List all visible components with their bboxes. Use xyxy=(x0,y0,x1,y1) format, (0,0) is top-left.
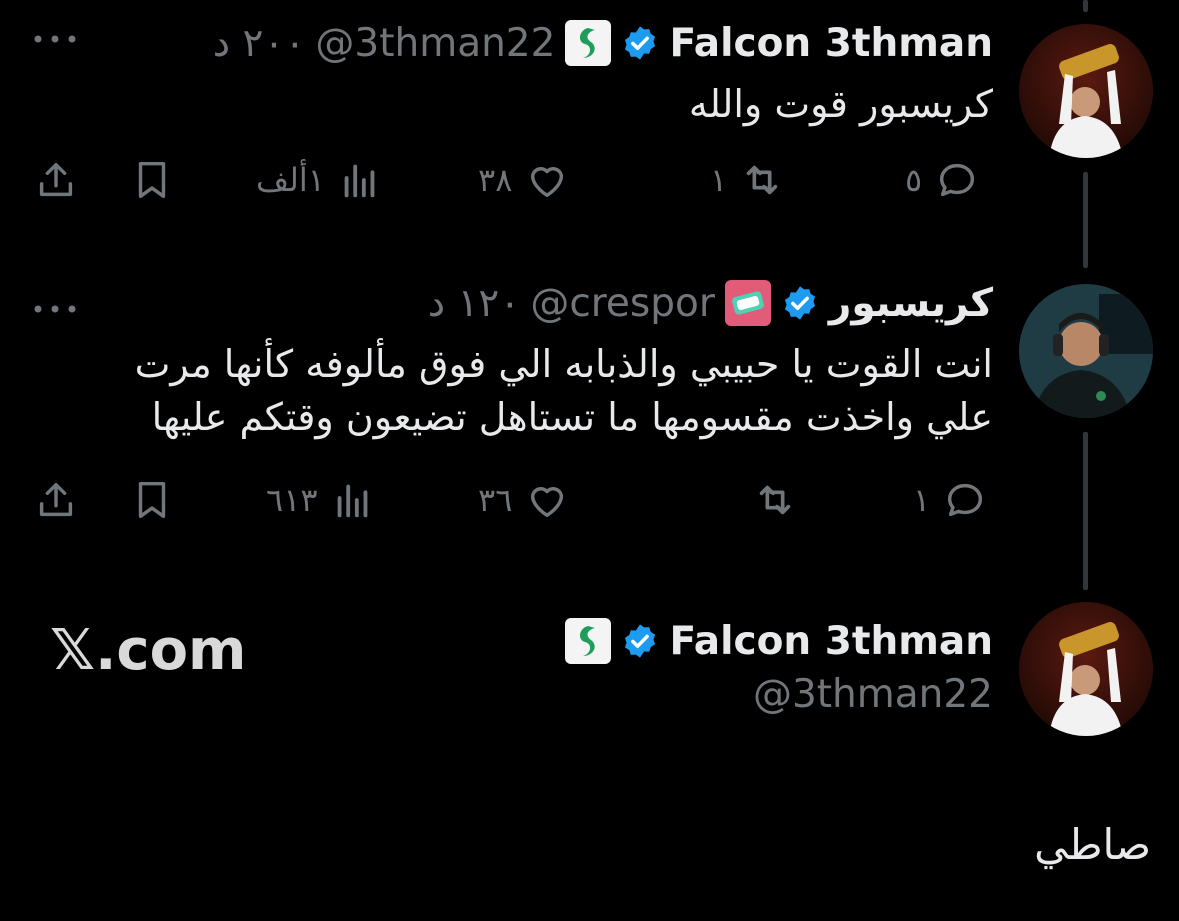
affiliate-badge-icon xyxy=(724,280,771,326)
site-watermark: 𝕏.com xyxy=(50,618,247,683)
verified-icon xyxy=(621,622,659,660)
retweet-button[interactable]: ١ xyxy=(710,157,785,203)
views-button[interactable]: ٦١٣ xyxy=(266,477,376,523)
avatar-image xyxy=(1019,602,1153,736)
more-options-button[interactable] xyxy=(33,22,77,57)
verified-icon xyxy=(781,284,819,322)
share-icon xyxy=(39,482,73,517)
retweet-count: ١ xyxy=(710,161,728,199)
reply-icon xyxy=(940,163,975,197)
reply-icon xyxy=(948,483,983,517)
reply-count: ١ xyxy=(913,481,931,519)
tweet-text-line: انت القوت يا حبيبي والذبابه الي فوق مألو… xyxy=(134,342,993,386)
tweet-header: ١٢٠ د @crespor كريسبور xyxy=(428,280,993,326)
bookmark-icon xyxy=(138,481,166,519)
views-count: ١ألف xyxy=(256,161,325,199)
tweet-text: كريسبور قوت والله xyxy=(688,82,993,126)
bookmark-icon xyxy=(138,161,166,199)
thread-line-2 xyxy=(1083,432,1088,590)
more-options-button[interactable] xyxy=(33,292,77,327)
affiliate-badge-icon xyxy=(565,618,612,664)
retweet-icon xyxy=(759,485,791,515)
like-icon xyxy=(531,487,564,518)
more-icon xyxy=(34,35,76,43)
reply-count: ٥ xyxy=(905,161,923,199)
reply-button[interactable]: ٥ xyxy=(905,157,980,203)
reply-button[interactable]: ١ xyxy=(913,477,988,523)
display-name[interactable]: كريسبور xyxy=(829,281,993,326)
handle[interactable]: @crespor xyxy=(530,281,715,326)
thread-line-1 xyxy=(1083,172,1088,268)
share-icon xyxy=(39,162,73,197)
display-name[interactable]: Falcon 3thman xyxy=(669,21,993,66)
share-button[interactable] xyxy=(33,477,79,523)
avatar[interactable] xyxy=(1019,284,1153,418)
tweet-text-line: علي واخذت مقسومها ما تستاهل تضيعون وقتكم… xyxy=(151,395,993,439)
like-icon xyxy=(531,167,564,198)
handle[interactable]: @3thman22 xyxy=(753,672,993,717)
thread-line-top xyxy=(1083,0,1088,12)
bookmark-button[interactable] xyxy=(129,477,175,523)
like-count: ٣٨ xyxy=(478,161,513,199)
like-button[interactable]: ٣٦ xyxy=(478,477,570,523)
avatar[interactable] xyxy=(1019,24,1153,158)
display-name[interactable]: Falcon 3thman xyxy=(669,619,993,664)
retweet-button[interactable] xyxy=(740,477,798,523)
avatar-image xyxy=(1019,24,1153,158)
views-icon xyxy=(344,164,375,198)
avatar-image xyxy=(1019,284,1153,418)
views-button[interactable]: ١ألف xyxy=(256,157,383,203)
views-count: ٦١٣ xyxy=(266,481,318,519)
tweet-header: ٢٠٠ د @3thman22 Falcon 3thman xyxy=(213,20,993,66)
retweet-icon xyxy=(746,165,778,195)
share-button[interactable] xyxy=(33,157,79,203)
tweet-text: انت القوت يا حبيبي والذبابه الي فوق مألو… xyxy=(73,338,993,444)
affiliate-badge-icon xyxy=(565,20,612,66)
more-icon xyxy=(34,305,76,313)
reply-text: صاطي xyxy=(1034,820,1151,869)
avatar[interactable] xyxy=(1019,602,1153,736)
verified-icon xyxy=(621,24,659,62)
bookmark-button[interactable] xyxy=(129,157,175,203)
tweet-time: ٢٠٠ د xyxy=(212,20,306,66)
like-button[interactable]: ٣٨ xyxy=(478,157,570,203)
views-icon xyxy=(337,484,367,518)
handle[interactable]: @3thman22 xyxy=(315,21,555,66)
tweet-time: ١٢٠ د xyxy=(427,280,521,326)
like-count: ٣٦ xyxy=(478,481,513,519)
profile-name-row: Falcon 3thman xyxy=(565,618,993,664)
